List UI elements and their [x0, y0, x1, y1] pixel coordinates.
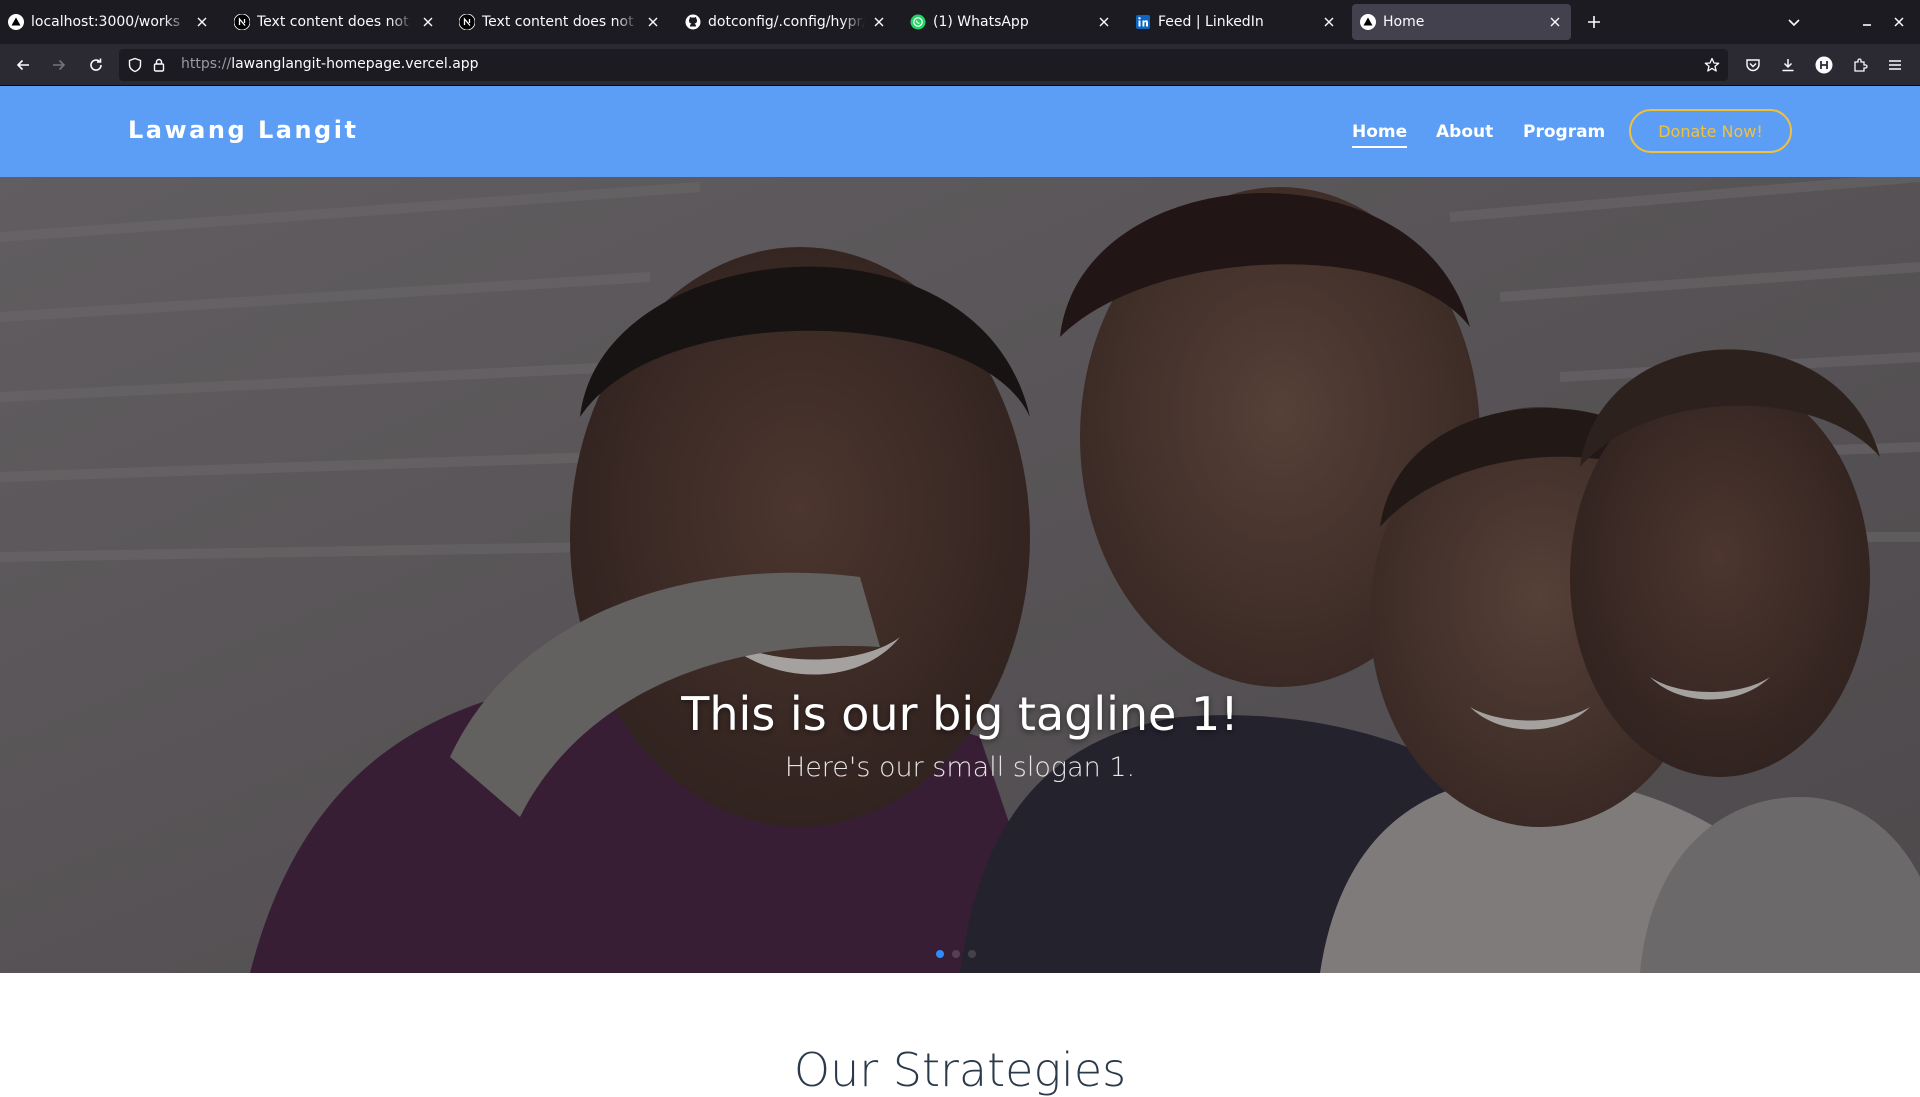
- bookmark-star-icon[interactable]: [1704, 57, 1720, 73]
- site-header: Lawang Langit Home About Program Donate …: [0, 86, 1920, 177]
- extensions-icon[interactable]: [1848, 53, 1872, 77]
- tab-title: (1) WhatsApp: [933, 14, 1029, 30]
- nav-link-home[interactable]: Home: [1352, 122, 1408, 148]
- tab-title: Text content does not match: [257, 14, 414, 30]
- tab-title: Home: [1383, 14, 1425, 30]
- browser-tab-7[interactable]: Home: [1352, 4, 1571, 40]
- github-icon: [685, 14, 701, 30]
- minimize-button[interactable]: [1855, 10, 1879, 34]
- tab-title: Feed | LinkedIn: [1158, 14, 1264, 30]
- list-all-tabs-button[interactable]: [1782, 10, 1806, 34]
- tab-title: localhost:3000/works: [31, 14, 181, 30]
- tab-title: dotconfig/.config/hypr/hyprland: [708, 14, 865, 30]
- nextjs-icon: [234, 14, 250, 30]
- new-tab-button[interactable]: [1582, 10, 1606, 34]
- close-icon[interactable]: [1096, 14, 1112, 30]
- browser-tab-strip: localhost:3000/works Text content does n…: [0, 0, 1920, 44]
- donate-button[interactable]: Donate Now!: [1629, 109, 1792, 153]
- hero-slogan: Here's our small slogan 1.: [784, 752, 1136, 783]
- linkedin-icon: [1135, 14, 1151, 30]
- hero-overlay: [0, 177, 1920, 973]
- nextjs-icon: [459, 14, 475, 30]
- reload-button[interactable]: [84, 53, 108, 77]
- nav-link-about[interactable]: About: [1436, 122, 1493, 142]
- browser-toolbar: https://lawanglangit-homepage.vercel.app: [0, 44, 1920, 86]
- browser-tab-3[interactable]: Text content does not match: [451, 4, 669, 40]
- downloads-icon[interactable]: [1776, 53, 1800, 77]
- forward-button[interactable]: [47, 53, 71, 77]
- carousel-indicators: [936, 950, 976, 958]
- carousel-dot-3[interactable]: [968, 950, 976, 958]
- pocket-icon[interactable]: [1741, 53, 1765, 77]
- account-avatar-icon[interactable]: [1812, 53, 1836, 77]
- hero-carousel[interactable]: This is our big tagline 1! Here's our sm…: [0, 177, 1920, 973]
- carousel-dot-2[interactable]: [952, 950, 960, 958]
- lock-icon[interactable]: [151, 57, 167, 73]
- nav-link-program[interactable]: Program: [1523, 122, 1605, 142]
- shield-icon[interactable]: [127, 57, 143, 73]
- close-icon[interactable]: [1547, 14, 1563, 30]
- browser-tab-5[interactable]: (1) WhatsApp: [902, 4, 1120, 40]
- browser-tab-4[interactable]: dotconfig/.config/hypr/hyprland: [677, 4, 895, 40]
- close-icon[interactable]: [420, 14, 436, 30]
- close-icon[interactable]: [1321, 14, 1337, 30]
- browser-tab-6[interactable]: Feed | LinkedIn: [1127, 4, 1345, 40]
- url-bar[interactable]: https://lawanglangit-homepage.vercel.app: [119, 49, 1728, 81]
- close-icon[interactable]: [645, 14, 661, 30]
- triangle-icon: [8, 14, 24, 30]
- section-title: Our Strategies: [793, 1043, 1127, 1097]
- browser-tab-2[interactable]: Text content does not match: [226, 4, 444, 40]
- hamburger-menu-icon[interactable]: [1883, 53, 1907, 77]
- whatsapp-icon: [910, 14, 926, 30]
- close-icon[interactable]: [871, 14, 887, 30]
- hero-tagline: This is our big tagline 1!: [681, 687, 1239, 741]
- close-window-button[interactable]: [1887, 10, 1911, 34]
- back-button[interactable]: [11, 53, 35, 77]
- site-logo-text[interactable]: Lawang Langit: [128, 116, 358, 144]
- tab-title: Text content does not match: [482, 14, 639, 30]
- browser-tab-1[interactable]: localhost:3000/works: [0, 4, 218, 40]
- triangle-icon: [1360, 14, 1376, 30]
- close-icon[interactable]: [194, 14, 210, 30]
- carousel-dot-1[interactable]: [936, 950, 944, 958]
- url-text[interactable]: https://lawanglangit-homepage.vercel.app: [181, 56, 479, 72]
